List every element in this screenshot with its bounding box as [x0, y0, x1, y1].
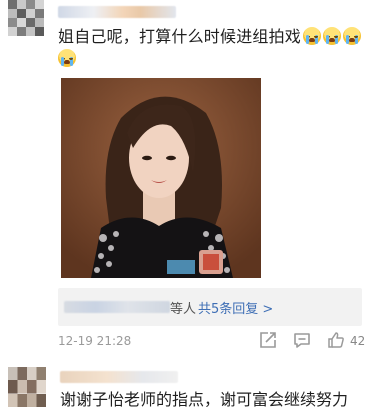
- comment-meta: 12-19 21:28 42: [58, 330, 370, 352]
- crying-face-icon: [303, 27, 322, 45]
- share-icon: [260, 332, 276, 348]
- comment-text: 谢谢子怡老师的指点，谢可富会继续努力: [60, 390, 349, 409]
- comment-icon: [294, 333, 310, 348]
- crying-face-icon: [343, 27, 362, 45]
- reply-summary[interactable]: 等人 共5条回复 >: [58, 288, 362, 326]
- like-count: 42: [350, 334, 366, 348]
- thumbs-up-icon: [328, 332, 344, 348]
- comment-image[interactable]: [61, 78, 261, 278]
- share-button[interactable]: [258, 330, 278, 352]
- commenter-name-blurred[interactable]: [58, 6, 176, 18]
- crying-face-icon: [323, 27, 342, 45]
- timestamp: 12-19 21:28: [58, 334, 132, 348]
- commenter-avatar[interactable]: [8, 367, 46, 407]
- comment-button[interactable]: [292, 330, 312, 352]
- commenter-avatar[interactable]: [8, 0, 44, 36]
- view-replies-link[interactable]: 共5条回复 >: [198, 298, 273, 317]
- commenter-name-blurred[interactable]: [60, 371, 178, 383]
- comment-text: 姐自己呢，打算什么时候进组拍戏: [58, 26, 364, 70]
- comment-body: 姐自己呢，打算什么时候进组拍戏: [58, 27, 302, 46]
- reply-suffix: 等人: [170, 302, 197, 317]
- crying-face-icon: [58, 49, 76, 67]
- replier-names-blurred: [64, 301, 170, 313]
- like-button[interactable]: [326, 330, 346, 352]
